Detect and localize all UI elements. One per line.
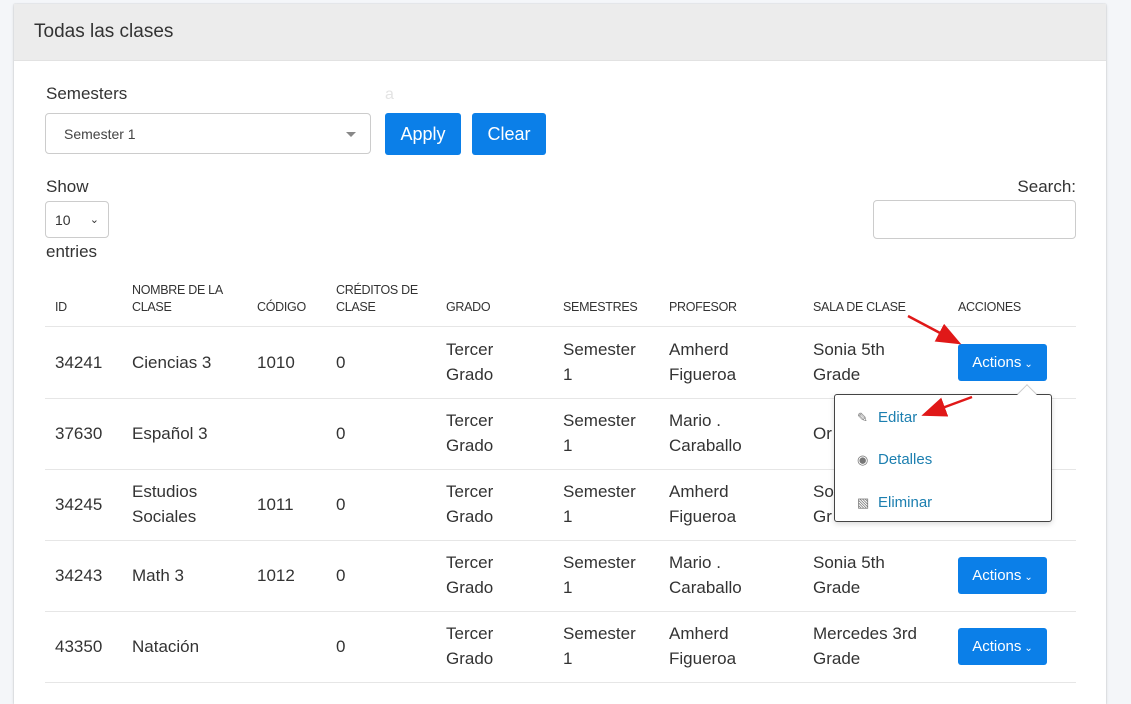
cell-profesor: Amherd Figueroa (669, 340, 737, 384)
cell-id: 34241 (55, 353, 103, 372)
col-header-semestres[interactable]: SEMESTRES (563, 299, 638, 316)
cell-code: 1011 (257, 495, 294, 514)
cell-name: Math 3 (132, 566, 184, 585)
cell-sala: Or (813, 424, 832, 443)
col-header-grado[interactable]: GRADO (446, 299, 491, 316)
cell-credits: 0 (336, 566, 346, 585)
chevron-down-icon: ⌄ (1024, 643, 1033, 654)
cell-name: Español 3 (132, 424, 208, 443)
cell-profesor: Amherd Figueroa (669, 482, 737, 526)
chevron-down-icon: ⌄ (1024, 572, 1033, 583)
cell-profesor: Mario . Caraballo (669, 411, 742, 455)
cell-code: 1010 (257, 353, 295, 372)
semester-select-value: Semester 1 (64, 126, 136, 142)
cell-grado: Tercer Grado (446, 411, 494, 455)
actions-button[interactable]: Actions ⌄ (958, 628, 1047, 665)
col-header-acciones: ACCIONES (958, 300, 1021, 314)
apply-button[interactable]: Apply (385, 113, 461, 155)
col-header-sala[interactable]: SALA DE CLASE (813, 299, 906, 316)
cell-sala: Sonia 5th Grade (813, 340, 885, 384)
cell-credits: 0 (336, 424, 346, 443)
card-header: Todas las clases (14, 4, 1106, 61)
semesters-label: Semesters (46, 84, 128, 103)
caret-down-icon (346, 132, 356, 137)
page-title: Todas las clases (34, 21, 174, 42)
menu-item-eliminar[interactable]: ▧ Eliminar (857, 494, 932, 511)
semester-select[interactable]: Semester 1 (45, 113, 371, 154)
chevron-down-icon: ⌄ (89, 214, 99, 226)
cell-grado: Tercer Grado (446, 624, 494, 668)
cell-name: Estudios Sociales (132, 482, 198, 526)
classes-card: Todas las clases Semesters a Semester 1 … (14, 4, 1106, 704)
cell-id: 43350 (55, 637, 103, 656)
eye-icon: ◉ (857, 452, 869, 467)
header-divider (45, 326, 1076, 327)
actions-button[interactable]: Actions ⌄ (958, 344, 1047, 381)
search-label: Search: (1017, 177, 1076, 196)
cell-semestre: Semester 1 (563, 624, 636, 668)
cell-semestre: Semester 1 (563, 340, 636, 384)
menu-item-label: Eliminar (878, 494, 933, 511)
cell-name: Ciencias 3 (132, 353, 212, 372)
cell-id: 37630 (55, 424, 103, 443)
cell-semestre: Semester 1 (563, 482, 636, 526)
cell-semestre: Semester 1 (563, 553, 636, 597)
actions-dropdown-menu: ✎ Editar ◉ Detalles ▧ Eliminar (834, 384, 1052, 522)
cell-credits: 0 (336, 353, 346, 372)
row-divider (45, 611, 1076, 612)
ghost-text: a (385, 86, 394, 103)
actions-button[interactable]: Actions ⌄ (958, 557, 1047, 594)
search-input[interactable] (873, 200, 1076, 239)
col-header-codigo[interactable]: CÓDIGO (257, 299, 306, 316)
col-header-creditos[interactable]: CRÉDITOS DE CLASE (336, 282, 426, 316)
menu-item-label: Detalles (878, 451, 933, 468)
cell-grado: Tercer Grado (446, 482, 494, 526)
cell-grado: Tercer Grado (446, 553, 494, 597)
cell-code: 1012 (257, 566, 295, 585)
actions-label: Actions (972, 638, 1022, 655)
actions-label: Actions (972, 567, 1022, 584)
trash-icon: ▧ (857, 495, 870, 510)
chevron-down-icon: ⌄ (1024, 359, 1033, 370)
cell-grado: Tercer Grado (446, 340, 494, 384)
cell-name: Natación (132, 637, 200, 656)
clear-button[interactable]: Clear (472, 113, 546, 155)
col-header-nombre[interactable]: NOMBRE DE LA CLASE (132, 282, 232, 316)
show-label: Show (46, 177, 89, 196)
cell-id: 34243 (55, 566, 103, 585)
cell-credits: 0 (336, 495, 346, 514)
cell-profesor: Mario . Caraballo (669, 553, 742, 597)
row-divider (45, 682, 1076, 683)
cell-profesor: Amherd Figueroa (669, 624, 737, 668)
actions-label: Actions (972, 354, 1022, 371)
entries-length-value: 10 (55, 212, 71, 228)
cell-sala: Mercedes 3rd Grade (813, 624, 917, 668)
edit-icon: ✎ (857, 410, 868, 425)
menu-item-label: Editar (878, 409, 918, 426)
menu-item-detalles[interactable]: ◉ Detalles (857, 451, 932, 468)
menu-item-editar[interactable]: ✎ Editar (857, 409, 917, 426)
cell-id: 34245 (55, 495, 103, 514)
col-header-profesor[interactable]: PROFESOR (669, 299, 737, 316)
col-header-id[interactable]: ID (55, 299, 67, 316)
cell-credits: 0 (336, 637, 346, 656)
entries-label: entries (46, 242, 98, 261)
cell-semestre: Semester 1 (563, 411, 636, 455)
entries-length-select[interactable]: 10 ⌄ (45, 201, 109, 238)
row-divider (45, 540, 1076, 541)
cell-sala: Sonia 5th Grade (813, 553, 885, 597)
